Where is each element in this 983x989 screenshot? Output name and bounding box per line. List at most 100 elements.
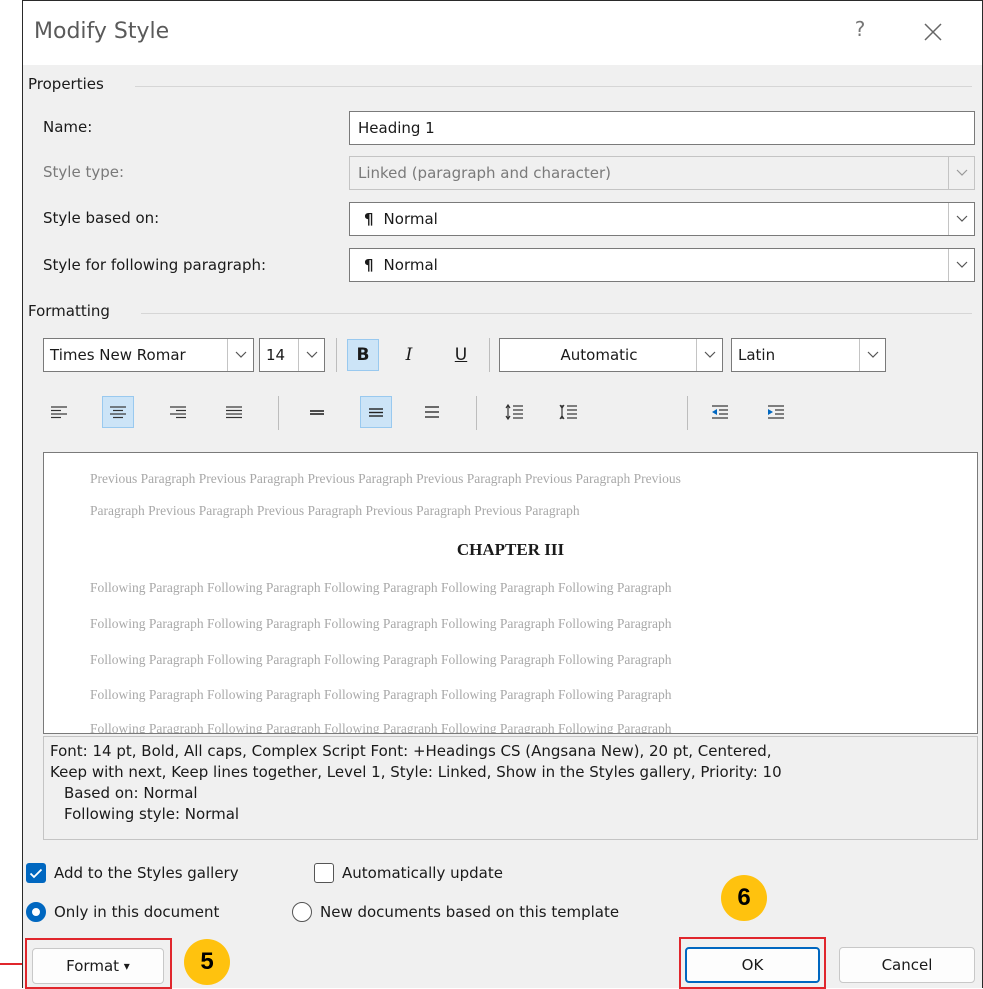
format-highlight-box xyxy=(25,938,172,989)
only-this-document-radio[interactable] xyxy=(26,902,46,922)
font-select[interactable]: Times New Romar xyxy=(43,338,254,372)
chevron-down-icon xyxy=(948,157,974,189)
chevron-down-icon[interactable] xyxy=(859,339,885,371)
toolbar-separator xyxy=(336,338,337,372)
following-paragraph-label: Style for following paragraph: xyxy=(43,256,267,274)
step-5-callout: 5 xyxy=(184,939,230,985)
style-type-value: Linked (paragraph and character) xyxy=(358,164,611,182)
chevron-down-icon[interactable] xyxy=(298,339,324,371)
font-value: Times New Romar xyxy=(50,346,186,364)
close-icon xyxy=(924,23,942,41)
name-input[interactable]: Heading 1 xyxy=(349,111,975,145)
script-value: Latin xyxy=(738,346,776,364)
based-on-select[interactable]: ¶ Normal xyxy=(349,202,975,236)
double-spacing-icon xyxy=(425,406,439,418)
justify-button[interactable] xyxy=(218,396,250,428)
only-this-document-label: Only in this document xyxy=(54,903,220,921)
italic-button[interactable]: I xyxy=(393,339,425,371)
add-to-gallery-label: Add to the Styles gallery xyxy=(54,864,239,882)
font-color-select[interactable]: Automatic xyxy=(499,338,723,372)
pilcrow-icon: ¶ xyxy=(364,256,374,274)
underline-button[interactable]: U xyxy=(445,339,477,371)
formatting-group-label: Formatting xyxy=(28,302,110,320)
preview-following-line: Following Paragraph Following Paragraph … xyxy=(90,616,672,631)
one-half-spacing-button[interactable] xyxy=(360,396,392,428)
increase-indent-icon xyxy=(768,405,784,419)
toolbar-separator xyxy=(687,396,688,430)
font-size-select[interactable]: 14 xyxy=(259,338,325,372)
based-on-value: Normal xyxy=(383,210,438,228)
preview-following-line: Following Paragraph Following Paragraph … xyxy=(90,652,672,667)
align-right-button[interactable] xyxy=(162,396,194,428)
dialog-title: Modify Style xyxy=(34,19,170,44)
align-left-button[interactable] xyxy=(43,396,75,428)
single-spacing-button[interactable] xyxy=(301,396,333,428)
one-half-spacing-icon xyxy=(369,408,383,417)
style-type-label: Style type: xyxy=(43,163,125,181)
preview-following-line: Following Paragraph Following Paragraph … xyxy=(90,721,672,734)
toolbar-separator xyxy=(278,396,279,430)
bold-button[interactable]: B xyxy=(347,339,379,371)
chevron-down-icon[interactable] xyxy=(227,339,253,371)
space-after-button[interactable] xyxy=(552,396,584,428)
add-to-gallery-checkbox[interactable] xyxy=(26,863,46,883)
description-line: Based on: Normal xyxy=(64,784,198,802)
increase-indent-button[interactable] xyxy=(760,396,792,428)
decrease-indent-icon xyxy=(712,405,728,419)
align-left-icon xyxy=(51,406,67,419)
font-size-value: 14 xyxy=(266,346,286,364)
new-documents-radio[interactable] xyxy=(292,902,312,922)
double-spacing-button[interactable] xyxy=(416,396,448,428)
align-center-button[interactable] xyxy=(102,396,134,428)
ok-highlight-box xyxy=(679,937,826,989)
align-right-icon xyxy=(170,406,186,419)
chevron-down-icon[interactable] xyxy=(696,339,722,371)
auto-update-option[interactable]: Automatically update xyxy=(314,863,503,883)
single-spacing-icon xyxy=(310,410,324,415)
description-line: Following style: Normal xyxy=(64,805,240,823)
font-color-value: Automatic xyxy=(560,346,638,364)
title-bar: Modify Style ? xyxy=(23,1,982,65)
description-line: Font: 14 pt, Bold, All caps, Complex Scr… xyxy=(50,742,772,760)
auto-update-label: Automatically update xyxy=(342,864,503,882)
chevron-down-icon[interactable] xyxy=(948,203,974,235)
properties-divider xyxy=(135,86,972,87)
only-this-document-option[interactable]: Only in this document xyxy=(26,902,219,922)
new-documents-option[interactable]: New documents based on this template xyxy=(292,902,619,922)
space-before-icon xyxy=(505,403,523,421)
preview-heading: CHAPTER III xyxy=(456,540,565,559)
formatting-divider xyxy=(141,313,972,314)
style-type-select: Linked (paragraph and character) xyxy=(349,156,975,190)
script-select[interactable]: Latin xyxy=(731,338,886,372)
justify-icon xyxy=(226,406,242,419)
toolbar-separator xyxy=(489,338,490,372)
add-to-gallery-option[interactable]: Add to the Styles gallery xyxy=(26,863,239,883)
description-line: Keep with next, Keep lines together, Lev… xyxy=(50,763,782,781)
chevron-down-icon[interactable] xyxy=(948,249,974,281)
modify-style-dialog: Modify Style ? Properties Name: Heading … xyxy=(22,0,983,989)
style-description: Font: 14 pt, Bold, All caps, Complex Scr… xyxy=(43,736,978,840)
decrease-indent-button[interactable] xyxy=(704,396,736,428)
following-paragraph-select[interactable]: ¶ Normal xyxy=(349,248,975,282)
cancel-button[interactable]: Cancel xyxy=(839,947,975,983)
check-icon xyxy=(29,868,43,878)
preview-previous-line: Previous Paragraph Previous Paragraph Pr… xyxy=(90,471,681,486)
step-6-callout: 6 xyxy=(721,875,767,921)
toolbar-separator xyxy=(476,396,477,430)
style-preview: Previous Paragraph Previous Paragraph Pr… xyxy=(43,452,978,734)
space-after-icon xyxy=(559,404,577,420)
pilcrow-icon: ¶ xyxy=(364,210,374,228)
new-documents-label: New documents based on this template xyxy=(320,903,620,921)
align-center-icon xyxy=(110,406,126,419)
auto-update-checkbox[interactable] xyxy=(314,863,334,883)
based-on-label: Style based on: xyxy=(43,209,160,227)
properties-group-label: Properties xyxy=(28,75,104,93)
close-button[interactable] xyxy=(916,15,950,49)
preview-following-line: Following Paragraph Following Paragraph … xyxy=(90,687,672,702)
preview-previous-line: Paragraph Previous Paragraph Previous Pa… xyxy=(90,503,580,518)
help-button[interactable]: ? xyxy=(845,17,875,41)
name-label: Name: xyxy=(43,118,93,136)
following-value: Normal xyxy=(383,256,438,274)
space-before-button[interactable] xyxy=(498,396,530,428)
preview-following-line: Following Paragraph Following Paragraph … xyxy=(90,580,672,595)
